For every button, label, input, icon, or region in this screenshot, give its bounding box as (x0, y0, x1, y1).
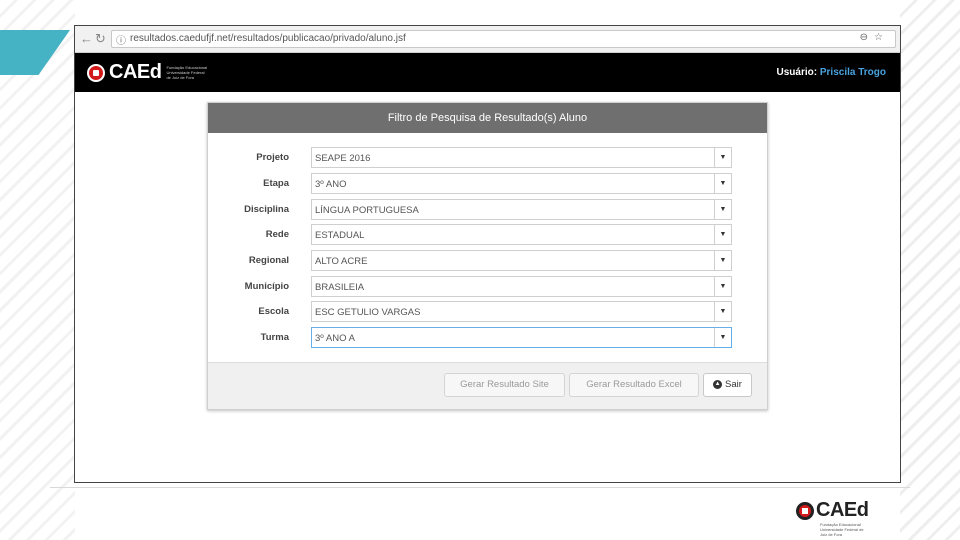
dropdown-arrow-icon[interactable]: ▼ (714, 225, 731, 244)
logo-text: CAEd (109, 61, 162, 83)
logo-subtitle: Fundação Educacional Universidade Federa… (166, 65, 208, 80)
field-row-escola: Escola ESC GETULIO VARGAS ▼ (208, 301, 767, 323)
field-row-rede: Rede ESTADUAL ▼ (208, 224, 767, 246)
select-value: LÍNGUA PORTUGUESA (315, 205, 419, 216)
field-label: Etapa (263, 178, 289, 189)
select-value: 3º ANO (315, 179, 347, 190)
rede-select[interactable]: ESTADUAL ▼ (311, 224, 732, 245)
field-row-municipio: Município BRASILEIA ▼ (208, 276, 767, 298)
select-value: ESTADUAL (315, 230, 365, 241)
field-label: Rede (265, 229, 289, 240)
dropdown-arrow-icon[interactable]: ▼ (714, 251, 731, 270)
exit-button[interactable]: ▲ Sair (703, 373, 752, 397)
user-label: Usuário: (776, 67, 818, 78)
panel-title: Filtro de Pesquisa de Resultado(s) Aluno (208, 103, 767, 133)
turma-select[interactable]: 3º ANO A ▼ (311, 327, 732, 348)
dropdown-arrow-icon[interactable]: ▼ (714, 328, 731, 347)
dropdown-arrow-icon[interactable]: ▼ (714, 148, 731, 167)
dropdown-arrow-icon[interactable]: ▼ (714, 277, 731, 296)
dropdown-arrow-icon[interactable]: ▼ (714, 174, 731, 193)
select-value: SEAPE 2016 (315, 153, 371, 164)
field-label: Disciplina (244, 204, 289, 215)
field-label: Escola (258, 306, 289, 317)
right-decoration (900, 0, 960, 540)
user-name[interactable]: Priscila Trogo (820, 67, 886, 78)
field-label: Município (244, 281, 289, 292)
field-label: Regional (248, 255, 289, 266)
municipio-select[interactable]: BRASILEIA ▼ (311, 276, 732, 297)
select-value: 3º ANO A (315, 333, 355, 344)
panel-footer: Gerar Resultado Site Gerar Resultado Exc… (208, 362, 767, 409)
generate-site-button[interactable]: Gerar Resultado Site (444, 373, 565, 397)
select-value: BRASILEIA (315, 282, 365, 293)
generate-excel-button[interactable]: Gerar Resultado Excel (569, 373, 699, 397)
regional-select[interactable]: ALTO ACRE ▼ (311, 250, 732, 271)
caed-logo[interactable]: CAEd Fundação Educacional Universidade F… (87, 61, 208, 84)
caed-logo-icon (796, 501, 814, 520)
projeto-select[interactable]: SEAPE 2016 ▼ (311, 147, 732, 168)
reload-icon[interactable]: ↻ (95, 31, 106, 47)
user-info: Usuário: Priscila Trogo (777, 67, 886, 78)
field-row-turma: Turma 3º ANO A ▼ (208, 327, 767, 349)
field-label: Turma (260, 332, 289, 343)
disciplina-select[interactable]: LÍNGUA PORTUGUESA ▼ (311, 199, 732, 220)
browser-window: ← ↻ ⓘ resultados.caedufjf.net/resultados… (74, 25, 901, 483)
back-icon[interactable]: ← (80, 31, 93, 46)
info-icon[interactable]: ⓘ (116, 32, 126, 47)
url-text[interactable]: resultados.caedufjf.net/resultados/publi… (130, 33, 406, 44)
field-label: Projeto (256, 152, 289, 163)
field-row-etapa: Etapa 3º ANO ▼ (208, 173, 767, 195)
escola-select[interactable]: ESC GETULIO VARGAS ▼ (311, 301, 732, 322)
dropdown-arrow-icon[interactable]: ▼ (714, 200, 731, 219)
exit-label: Sair (725, 379, 742, 390)
zoom-star-icons[interactable]: ⊖☆ (860, 32, 889, 43)
field-row-disciplina: Disciplina LÍNGUA PORTUGUESA ▼ (208, 199, 767, 221)
footer-logo-subtitle: Fundação Educacional Universidade Federa… (820, 522, 864, 537)
left-decoration (0, 0, 75, 540)
field-row-projeto: Projeto SEAPE 2016 ▼ (208, 147, 767, 169)
dropdown-arrow-icon[interactable]: ▼ (714, 302, 731, 321)
exit-icon: ▲ (713, 379, 723, 389)
address-bar[interactable]: ⓘ resultados.caedufjf.net/resultados/pub… (111, 30, 896, 48)
footer-caed-logo: CAEd Fundação Educacional Universidade F… (796, 499, 869, 537)
footer-logo-text: CAEd (816, 499, 869, 521)
select-value: ALTO ACRE (315, 256, 368, 267)
etapa-select[interactable]: 3º ANO ▼ (311, 173, 732, 194)
browser-toolbar: ← ↻ ⓘ resultados.caedufjf.net/resultados… (75, 26, 900, 53)
filter-panel: Filtro de Pesquisa de Resultado(s) Aluno… (207, 102, 768, 410)
slide-divider (50, 487, 910, 488)
app-header: CAEd Fundação Educacional Universidade F… (75, 53, 900, 92)
field-row-regional: Regional ALTO ACRE ▼ (208, 250, 767, 272)
caed-logo-icon (87, 63, 105, 82)
select-value: ESC GETULIO VARGAS (315, 307, 421, 318)
